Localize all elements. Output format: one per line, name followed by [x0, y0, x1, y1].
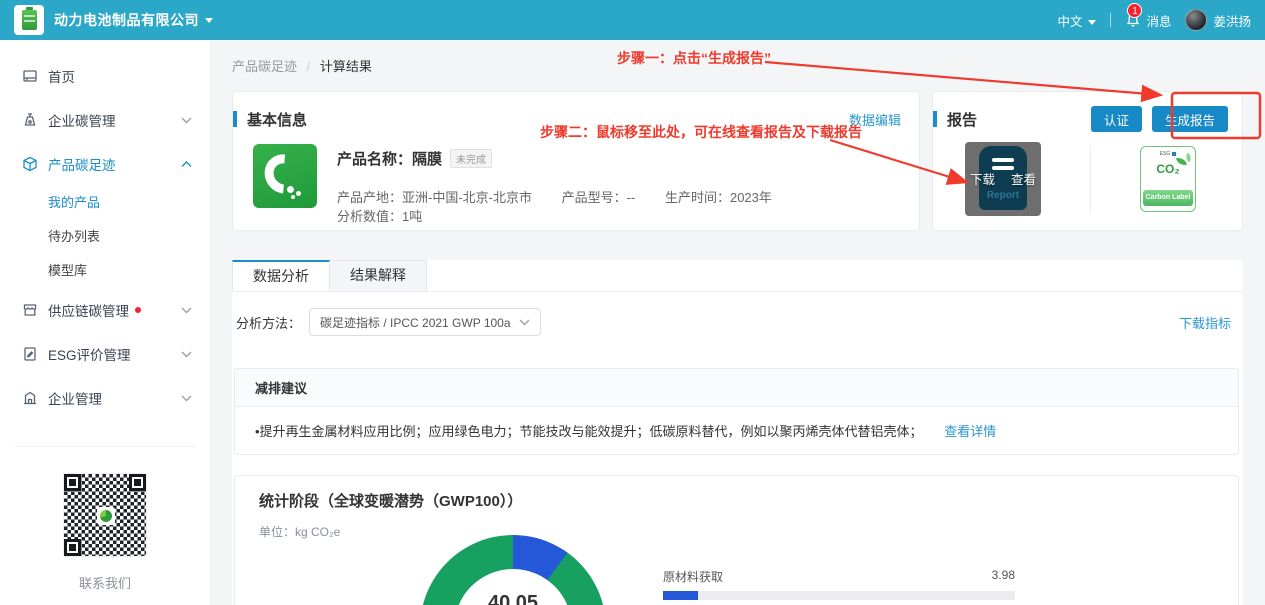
report-divider — [1090, 146, 1091, 212]
sidebar-subitem-my-products[interactable]: 我的产品 — [0, 186, 210, 220]
sidebar-item-home[interactable]: 首页 — [0, 54, 210, 98]
user-name: 姜洪扬 — [1213, 11, 1251, 30]
view-report-button[interactable]: 查看 — [1011, 169, 1036, 188]
carbon-label-thumbnail[interactable]: ESG CO₂ Carbon Label — [1140, 146, 1196, 212]
tab-data-analysis[interactable]: 数据分析 — [232, 260, 330, 291]
stage-bar-track — [663, 591, 1015, 600]
co2-leaf-icon: CO₂ — [1141, 162, 1195, 176]
breadcrumb-separator: / — [307, 59, 311, 74]
sidebar-subitem-todo-list[interactable]: 待办列表 — [0, 220, 210, 254]
esg-icon — [22, 346, 38, 362]
sidebar-subitem-model-library[interactable]: 模型库 — [0, 254, 210, 288]
sidebar-item-product-footprint[interactable]: 产品碳足迹 — [0, 142, 210, 186]
suggestions-title: 减排建议 — [235, 369, 1238, 407]
company-name[interactable]: 动力电池制品有限公司 — [54, 10, 199, 30]
product-logo — [253, 144, 317, 208]
certify-button[interactable]: 认证 — [1091, 106, 1142, 132]
contact-us-label: 联系我们 — [0, 573, 210, 592]
breadcrumb-current: 计算结果 — [320, 59, 372, 74]
chevron-down-icon — [181, 307, 192, 314]
chart-title: 统计阶段（全球变暖潜势（GWP100）） — [235, 476, 1238, 511]
chart-unit-label: 单位：kg CO₂e — [235, 511, 1238, 540]
sidebar-item-esg[interactable]: ESG评价管理 — [0, 332, 210, 376]
messages-button[interactable]: 1 消息 — [1125, 11, 1171, 30]
tab-result-interpretation[interactable]: 结果解释 — [330, 260, 427, 291]
supply-chain-icon — [22, 302, 38, 318]
sidebar-divider — [14, 446, 196, 447]
basic-info-title: 基本信息 — [247, 109, 307, 130]
stage-value: 3.98 — [992, 568, 1015, 585]
company-logo-icon — [14, 5, 44, 35]
company-dropdown-caret-icon[interactable] — [205, 18, 213, 23]
suggestions-text: •提升再生金属材料应用比例；应用绿色电力；节能技改与能效提升；低碳原料替代，例如… — [255, 424, 923, 439]
user-menu[interactable]: 姜洪扬 — [1185, 9, 1251, 31]
view-details-link[interactable]: 查看详情 — [944, 424, 996, 439]
sidebar-item-company-management[interactable]: 企业管理 — [0, 376, 210, 420]
analysis-method-select[interactable]: 碳足迹指标 / IPCC 2021 GWP 100a — [309, 308, 541, 336]
generate-report-button[interactable]: 生成报告 — [1152, 106, 1228, 132]
carbon-label-banner: Carbon Label — [1143, 190, 1193, 206]
avatar — [1185, 9, 1207, 31]
chevron-down-icon — [181, 117, 192, 124]
sidebar-item-supply-chain[interactable]: 供应链碳管理 — [0, 288, 210, 332]
bell-icon: 1 — [1125, 12, 1141, 28]
basic-info-card: 基本信息 数据编辑 产品名称： 隔膜 未完成 — [232, 91, 920, 231]
chevron-up-icon — [181, 161, 192, 168]
status-badge: 未完成 — [450, 149, 492, 168]
chevron-down-icon — [181, 395, 192, 402]
tab-content-panel: 数据分析 结果解释 分析方法： 碳足迹指标 / IPCC 2021 GWP 10… — [232, 260, 1243, 605]
stage-bars: 原材料获取 3.98 生产 36.07 — [663, 568, 1015, 605]
new-indicator-dot — [135, 307, 141, 313]
report-card: 报告 认证 生成报告 Report 下载 查看 — [932, 91, 1243, 231]
product-name-label: 产品名称： — [337, 148, 412, 169]
enterprise-carbon-icon — [22, 112, 38, 128]
stage-chart-card: 统计阶段（全球变暖潜势（GWP100）） 单位：kg CO₂e 40.05 原材… — [234, 475, 1239, 605]
analysis-method-label: 分析方法： — [236, 313, 301, 332]
stage-label: 原材料获取 — [663, 568, 723, 585]
product-footprint-icon — [22, 156, 38, 172]
top-bar: 动力电池制品有限公司 中文 1 消息 姜洪扬 — [0, 0, 1265, 40]
language-selector[interactable]: 中文 — [1057, 11, 1096, 30]
topbar-divider — [1110, 13, 1111, 27]
stage-bar-row: 原材料获取 3.98 — [663, 568, 1015, 600]
chevron-down-icon — [181, 351, 192, 358]
annotation-step1-text: 步骤一：点击“生成报告” — [617, 48, 771, 68]
download-indicators-link[interactable]: 下载指标 — [1179, 313, 1231, 332]
sidebar: 首页 企业碳管理 产品碳足迹 我的产品 待办列表 模型库 供应链碳管理 — [0, 40, 210, 605]
product-fields: 产品产地：亚洲-中国-北京-北京市 产品型号：-- 生产时间：2023年 分析数… — [337, 187, 901, 225]
tab-bar: 数据分析 结果解释 — [232, 260, 1243, 292]
chevron-down-icon — [519, 319, 530, 326]
breadcrumb-parent[interactable]: 产品碳足迹 — [232, 59, 297, 74]
reduction-suggestions-card: 减排建议 •提升再生金属材料应用比例；应用绿色电力；节能技改与能效提升；低碳原料… — [234, 368, 1239, 455]
annotation-step2-text: 步骤二：鼠标移至此处，可在线查看报告及下载报告 — [540, 122, 862, 142]
home-icon — [22, 68, 38, 84]
stage-bar-fill — [663, 591, 698, 600]
contact-qr-code — [63, 473, 147, 557]
company-icon — [22, 390, 38, 406]
download-report-button[interactable]: 下载 — [970, 169, 995, 188]
sidebar-item-enterprise-carbon[interactable]: 企业碳管理 — [0, 98, 210, 142]
card-accent-bar — [933, 111, 937, 127]
product-name-value: 隔膜 — [412, 148, 442, 169]
language-caret-icon — [1088, 20, 1096, 25]
card-accent-bar — [233, 111, 237, 127]
donut-total-value: 40.05 — [420, 592, 606, 605]
report-title: 报告 — [947, 109, 977, 130]
report-thumbnail[interactable]: Report 下载 查看 — [965, 142, 1041, 216]
